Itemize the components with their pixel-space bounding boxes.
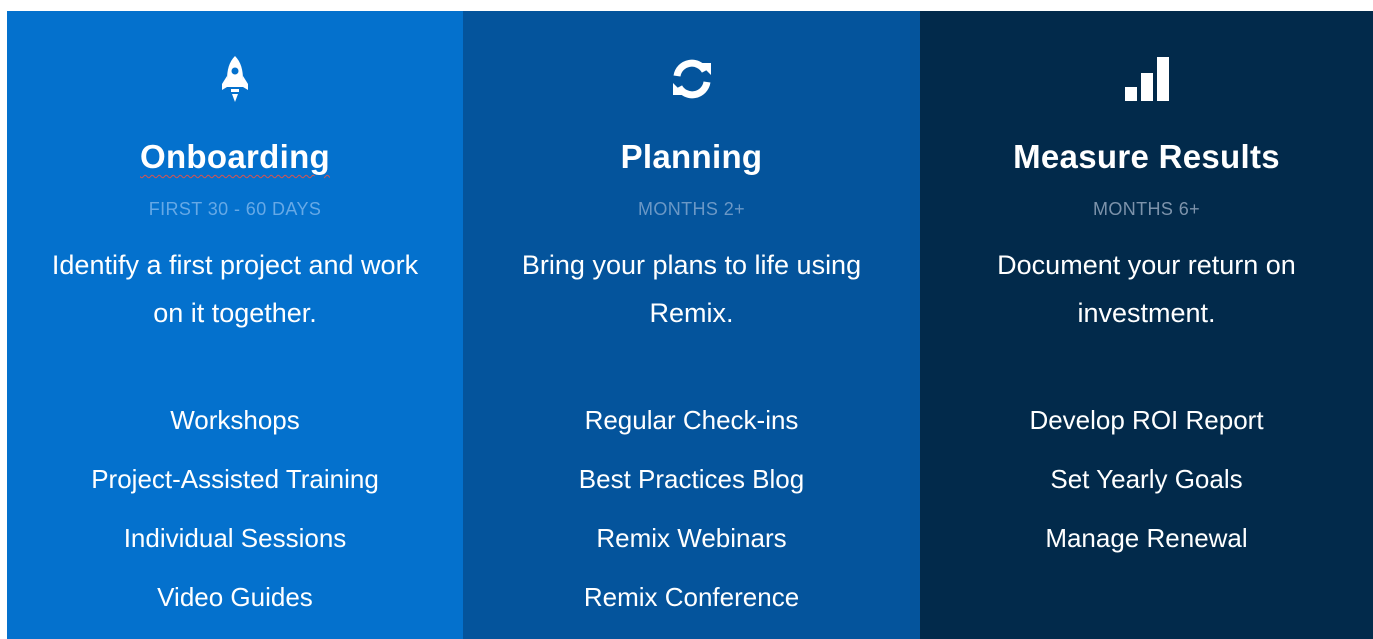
phase-item-list: Develop ROI Report Set Yearly Goals Mana…	[920, 391, 1373, 568]
list-item: Workshops	[170, 405, 300, 435]
list-item: Set Yearly Goals	[1050, 464, 1243, 494]
phase-description: Bring your plans to life using Remix.	[521, 250, 862, 328]
list-item: Manage Renewal	[1045, 523, 1248, 553]
list-item: Individual Sessions	[123, 523, 347, 553]
list-item: Best Practices Blog	[578, 464, 805, 494]
phase-title: Planning	[620, 138, 763, 175]
list-item: Regular Check-ins	[584, 405, 799, 435]
list-item: Video Guides	[157, 582, 313, 612]
list-item: Remix Conference	[583, 582, 800, 612]
phase-description: Document your return on investment.	[997, 250, 1296, 328]
phase-item-list: Workshops Project-Assisted Training Indi…	[7, 391, 463, 627]
phase-timeframe: MONTHS 2+	[637, 199, 746, 219]
phase-onboarding: Onboarding FIRST 30 - 60 DAYS Identify a…	[7, 11, 463, 639]
list-item: Project-Assisted Training	[91, 464, 379, 494]
rocket-icon	[7, 51, 463, 107]
list-item: Remix Webinars	[596, 523, 787, 553]
bar-chart-icon	[920, 51, 1373, 107]
phase-planning: Planning MONTHS 2+ Bring your plans to l…	[463, 11, 920, 639]
list-item: Develop ROI Report	[1029, 405, 1264, 435]
phase-title: Onboarding	[140, 138, 330, 175]
phases-board: Onboarding FIRST 30 - 60 DAYS Identify a…	[7, 11, 1373, 639]
phase-description: Identify a first project and work on it …	[51, 250, 419, 328]
phase-timeframe: MONTHS 6+	[1092, 199, 1201, 219]
refresh-icon	[463, 51, 920, 107]
phase-title: Measure Results	[1013, 138, 1280, 175]
phase-timeframe: FIRST 30 - 60 DAYS	[148, 199, 322, 219]
phase-item-list: Regular Check-ins Best Practices Blog Re…	[463, 391, 920, 627]
phase-measure-results: Measure Results MONTHS 6+ Document your …	[920, 11, 1373, 639]
